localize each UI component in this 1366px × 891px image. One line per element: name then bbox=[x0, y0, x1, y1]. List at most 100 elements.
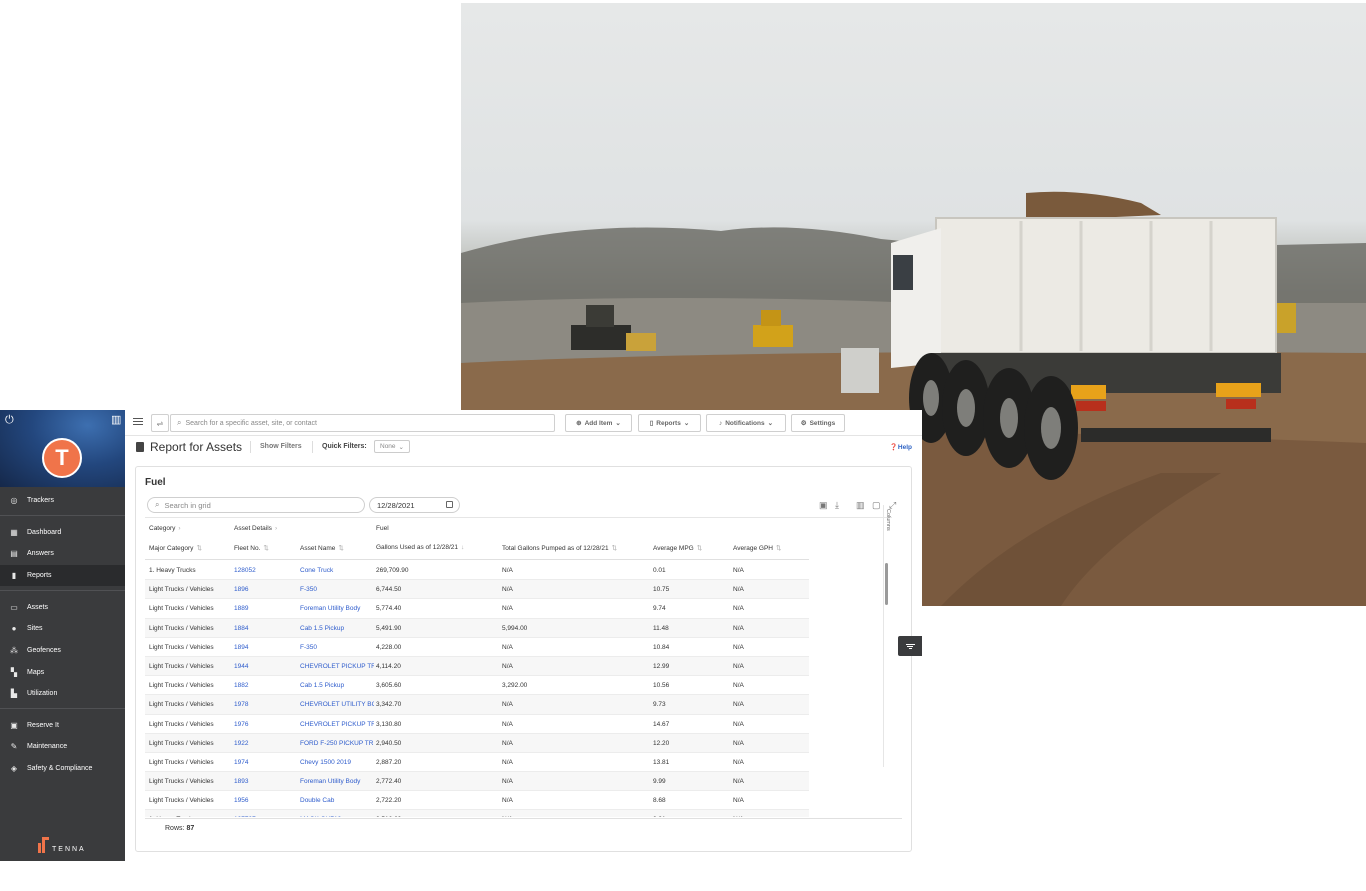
date-value: 12/28/2021 bbox=[377, 500, 415, 510]
table-cell-link[interactable]: 1978 bbox=[234, 701, 294, 708]
table-cell-link[interactable]: 1974 bbox=[234, 759, 294, 766]
table-row[interactable]: Light Trucks / Vehicles 1882 Cab 1.5 Picku… bbox=[145, 676, 809, 696]
show-filters-button[interactable]: Show Filters bbox=[260, 443, 302, 450]
grid-search-input[interactable]: ⌕ Search in grid bbox=[147, 497, 365, 513]
save-icon[interactable]: ▣ bbox=[819, 500, 828, 511]
columns-icon[interactable]: ▥ bbox=[856, 500, 865, 511]
table-row[interactable]: Light Trucks / Vehicles 1978 CHEVROLET UTI… bbox=[145, 695, 809, 715]
reports-button[interactable]: ▯ Reports ⌄ bbox=[638, 414, 701, 432]
column-header-total-gallons-pumped[interactable]: Total Gallons Pumped as of 12/28/21 ⇅ bbox=[502, 544, 617, 552]
table-cell-link[interactable]: 1922 bbox=[234, 740, 294, 747]
table-cell-link[interactable]: 1889 bbox=[234, 605, 294, 612]
column-header-fleet-no[interactable]: Fleet No. ⇅ bbox=[234, 544, 269, 552]
table-cell-link[interactable]: Cab 1.5 Pickup bbox=[300, 682, 374, 689]
download-icon[interactable]: ⤓ bbox=[835, 500, 839, 511]
table-cell-link[interactable]: Cone Truck bbox=[300, 567, 374, 574]
sidebar-divider bbox=[0, 708, 125, 709]
table-cell-link[interactable]: Cab 1.5 Pickup bbox=[300, 625, 374, 632]
columns-side-tab[interactable]: Columns bbox=[883, 505, 893, 767]
table-cell-link[interactable]: MACK GU713 bbox=[300, 816, 374, 817]
search-icon: ⌕ bbox=[155, 500, 160, 509]
sidebar-item-label: Maintenance bbox=[27, 743, 68, 750]
table-cell-link[interactable]: CHEVROLET PICKUP TRUCK bbox=[300, 663, 374, 670]
table-cell-link[interactable]: 1894 bbox=[234, 644, 294, 651]
table-row[interactable]: Light Trucks / Vehicles 1884 Cab 1.5 Picku… bbox=[145, 618, 809, 638]
chevron-down-icon: ⌄ bbox=[398, 443, 404, 451]
help-link[interactable]: ❓Help bbox=[890, 443, 912, 451]
table-row[interactable]: 1. Heavy Trucks 127727 MACK GU7132,516.60 N… bbox=[145, 810, 809, 817]
table-cell-link[interactable]: CHEVROLET PICKUP TRUCK bbox=[300, 721, 374, 728]
panel-title: Fuel bbox=[145, 477, 166, 488]
sidebar-item-reserve-it[interactable]: ▣ Reserve It bbox=[0, 715, 125, 736]
table-cell-link[interactable]: 127727 bbox=[234, 816, 294, 817]
table-cell-link[interactable]: 1884 bbox=[234, 625, 294, 632]
table-cell-link[interactable]: F-350 bbox=[300, 586, 374, 593]
table-cell-link[interactable]: 1882 bbox=[234, 682, 294, 689]
table-cell: 1. Heavy Trucks bbox=[149, 816, 229, 817]
add-item-button[interactable]: ⊕ Add Item ⌄ bbox=[565, 414, 632, 432]
expand-view-icon[interactable]: ▢ bbox=[872, 500, 881, 511]
table-row[interactable]: Light Trucks / Vehicles 1974 Chevy 1500 20… bbox=[145, 753, 809, 773]
table-cell: 12.99 bbox=[653, 662, 670, 670]
table-cell-link[interactable]: 1896 bbox=[234, 586, 294, 593]
document-icon: ▮ bbox=[11, 571, 17, 580]
table-cell-link[interactable]: Foreman Utility Body bbox=[300, 778, 374, 785]
table-row[interactable]: Light Trucks / Vehicles 1922 FORD F-250 PI… bbox=[145, 733, 809, 753]
sidebar-item-maps[interactable]: ▚ Maps bbox=[0, 662, 125, 683]
table-cell-link[interactable]: 1976 bbox=[234, 721, 294, 728]
table-cell-link[interactable]: F-350 bbox=[300, 644, 374, 651]
table-cell: N/A bbox=[502, 662, 513, 670]
notifications-button[interactable]: ♪ Notifications ⌄ bbox=[706, 414, 786, 432]
sidebar-item-maintenance[interactable]: ✎ Maintenance bbox=[0, 736, 125, 757]
search-filter-button[interactable]: ⇌ bbox=[151, 414, 169, 432]
table-cell-link[interactable]: 1944 bbox=[234, 663, 294, 670]
global-search-input[interactable]: ⌕ Search for a specific asset, site, or … bbox=[170, 414, 555, 432]
table-cell: Light Trucks / Vehicles bbox=[149, 720, 214, 728]
table-row[interactable]: Light Trucks / Vehicles 1944 CHEVROLET PIC… bbox=[145, 656, 809, 677]
chart-icon: ▙ bbox=[10, 689, 18, 698]
hamburger-menu-icon[interactable] bbox=[133, 418, 143, 426]
avatar[interactable]: T bbox=[42, 438, 82, 478]
power-icon[interactable]: ⏻ bbox=[5, 414, 14, 427]
column-header-asset-name[interactable]: Asset Name ⇅ bbox=[300, 544, 344, 552]
table-cell-link[interactable]: Foreman Utility Body bbox=[300, 605, 374, 612]
table-cell-link[interactable]: CHEVROLET UTILITY BODY bbox=[300, 701, 374, 708]
sidebar-item-utilization[interactable]: ▙ Utilization bbox=[0, 683, 125, 704]
table-row[interactable]: Light Trucks / Vehicles 1893 Foreman Utili… bbox=[145, 772, 809, 792]
sidebar-item-answers[interactable]: ▤ Answers bbox=[0, 543, 125, 564]
column-header-gallons-used[interactable]: Gallons Used as of 12/28/21 ↓ bbox=[376, 544, 464, 551]
table-row[interactable]: Light Trucks / Vehicles 1976 CHEVROLET PIC… bbox=[145, 715, 809, 734]
table-cell-link[interactable]: 128052 bbox=[234, 567, 294, 574]
calendar-icon[interactable] bbox=[446, 501, 453, 508]
floating-filter-button[interactable] bbox=[898, 636, 922, 656]
settings-button[interactable]: ⚙ Settings bbox=[791, 414, 845, 432]
sidebar-item-safety-compliance[interactable]: ◈ Safety & Compliance bbox=[0, 758, 125, 779]
sidebar-item-assets[interactable]: ▭ Assets bbox=[0, 597, 125, 618]
table-row[interactable]: 1. Heavy Trucks 128052 Cone Truck 269,709.9… bbox=[145, 561, 809, 581]
sidebar-item-reports[interactable]: ▮ Reports bbox=[0, 565, 125, 586]
table-cell: 10.56 bbox=[653, 682, 670, 690]
column-header-average-mpg[interactable]: Average MPG ⇅ bbox=[653, 544, 702, 552]
column-header-major-category[interactable]: Major Category ⇅ bbox=[149, 544, 202, 552]
sidebar-item-geofences[interactable]: ⁂ Geofences bbox=[0, 640, 125, 661]
table-row[interactable]: Light Trucks / Vehicles 1889 Foreman Utili… bbox=[145, 599, 809, 619]
table-cell: 2,887.20 bbox=[376, 758, 402, 766]
column-header-average-gph[interactable]: Average GPH ⇅ bbox=[733, 544, 781, 552]
table-cell-link[interactable]: FORD F-250 PICKUP TRUCK bbox=[300, 740, 374, 747]
table-cell-link[interactable]: Double Cab bbox=[300, 797, 374, 804]
quick-filters-select[interactable]: None ⌄ bbox=[374, 440, 410, 453]
table-cell-link[interactable]: Chevy 1500 2019 bbox=[300, 759, 374, 766]
group-header-category[interactable]: Category › bbox=[149, 525, 181, 532]
table-cell-link[interactable]: 1956 bbox=[234, 797, 294, 804]
grid-search-placeholder: Search in grid bbox=[164, 500, 211, 510]
table-row[interactable]: Light Trucks / Vehicles 1956 Double Cab 2,7… bbox=[145, 791, 809, 811]
date-picker[interactable]: 12/28/2021 bbox=[369, 497, 460, 513]
building-icon[interactable]: ▥ bbox=[111, 413, 121, 426]
table-row[interactable]: Light Trucks / Vehicles 1896 F-350 6,744.50… bbox=[145, 580, 809, 600]
sidebar-item-trackers[interactable]: ◎ Trackers bbox=[0, 490, 125, 511]
table-row[interactable]: Light Trucks / Vehicles 1894 F-350 4,228.00… bbox=[145, 638, 809, 657]
sidebar-item-sites[interactable]: ● Sites bbox=[0, 618, 125, 639]
sidebar-item-dashboard[interactable]: ▦ Dashboard bbox=[0, 522, 125, 543]
group-header-asset-details[interactable]: Asset Details › bbox=[234, 525, 277, 532]
table-cell-link[interactable]: 1893 bbox=[234, 778, 294, 785]
